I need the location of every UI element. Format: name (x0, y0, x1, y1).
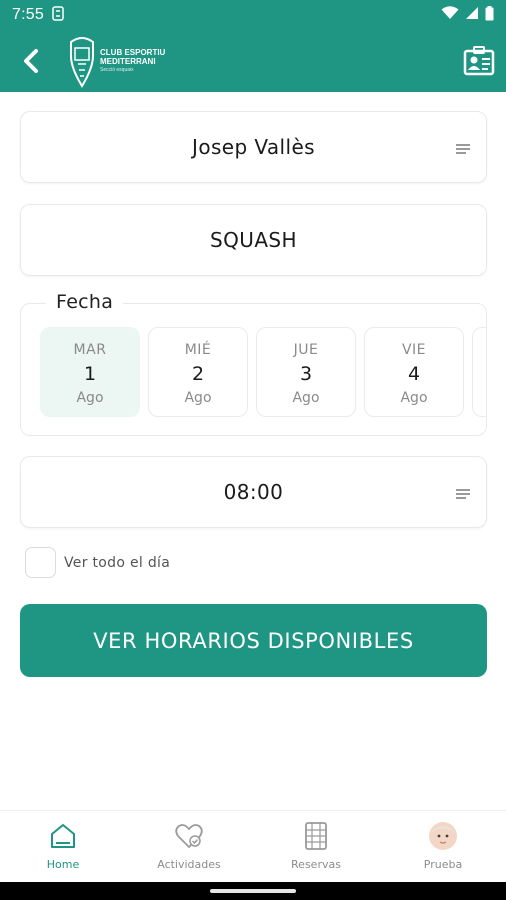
day-number: 4 (407, 363, 421, 385)
sync-icon (52, 5, 64, 25)
club-logo: CLUB ESPORTIU MEDITERRANI Secció esquaix (66, 34, 166, 88)
nav-reservas[interactable]: Reservas (253, 811, 379, 883)
nav-profile-label: Prueba (423, 858, 463, 871)
day-option-1[interactable]: MAR 1 Ago (40, 327, 140, 417)
heart-check-icon (175, 824, 203, 848)
list-icon (456, 144, 470, 156)
nav-home-label: Home (46, 858, 80, 871)
day-month: Ago (184, 390, 212, 406)
day-option-4[interactable]: VIE 4 Ago (364, 327, 464, 417)
nav-actividades-label: Actividades (157, 858, 221, 871)
day-number: 2 (191, 363, 205, 385)
view-available-times-button[interactable]: VER HORARIOS DISPONIBLES (20, 604, 487, 677)
player-value: Josep Vallès (192, 135, 315, 159)
status-icons (441, 5, 494, 25)
date-picker-label: Fecha (46, 291, 124, 313)
sport-select[interactable]: SQUASH (20, 204, 487, 276)
club-name: CLUB ESPORTIU MEDITERRANI Secció esquaix (100, 48, 165, 74)
all-day-label: Ver todo el día (64, 554, 171, 571)
day-number: 1 (83, 363, 97, 385)
club-name-line2: MEDITERRANI (100, 57, 156, 66)
list-icon (456, 489, 470, 501)
nav-home[interactable]: Home (0, 811, 126, 883)
time-value: 08:00 (223, 480, 284, 504)
nav-actividades[interactable]: Actividades (126, 811, 252, 883)
nav-reservas-label: Reservas (291, 858, 341, 871)
day-option-partial[interactable] (472, 327, 486, 417)
day-month: Ago (400, 390, 428, 406)
day-weekday: MAR (73, 342, 107, 358)
bottom-nav: Home Actividades Reservas Prueba (0, 810, 506, 882)
back-button[interactable] (14, 44, 48, 78)
status-time: 7:55 (12, 6, 44, 23)
avatar (429, 822, 457, 850)
day-option-3[interactable]: JUE 3 Ago (256, 327, 356, 417)
battery-icon (485, 5, 494, 25)
nav-profile[interactable]: Prueba (380, 811, 506, 883)
club-name-line1: CLUB ESPORTIU (100, 48, 166, 57)
day-weekday: JUE (293, 342, 319, 358)
app-header: CLUB ESPORTIU MEDITERRANI Secció esquaix (0, 30, 506, 92)
wifi-icon (441, 6, 459, 24)
sport-value: SQUASH (210, 228, 297, 252)
day-weekday: MIÉ (184, 342, 212, 358)
club-name-line3: Secció esquaix (100, 67, 134, 73)
all-day-checkbox[interactable] (25, 547, 56, 578)
view-available-times-label: VER HORARIOS DISPONIBLES (93, 628, 414, 653)
system-nav-bar (0, 882, 506, 900)
id-card-icon (463, 46, 495, 76)
day-option-2[interactable]: MIÉ 2 Ago (148, 327, 248, 417)
home-gesture-handle[interactable] (210, 889, 296, 893)
club-crest-icon (70, 37, 94, 88)
player-select[interactable]: Josep Vallès (20, 111, 487, 183)
day-month: Ago (76, 390, 104, 406)
calendar-grid-icon (305, 822, 327, 850)
day-weekday: VIE (401, 342, 427, 358)
member-card-button[interactable] (462, 44, 496, 78)
all-day-option: Ver todo el día (25, 547, 170, 578)
time-select[interactable]: 08:00 (20, 456, 487, 528)
home-icon (51, 824, 75, 848)
day-month: Ago (292, 390, 320, 406)
day-number: 3 (299, 363, 313, 385)
cell-signal-icon (465, 6, 479, 24)
status-bar: 7:55 (0, 0, 506, 30)
chevron-left-icon (24, 49, 38, 73)
